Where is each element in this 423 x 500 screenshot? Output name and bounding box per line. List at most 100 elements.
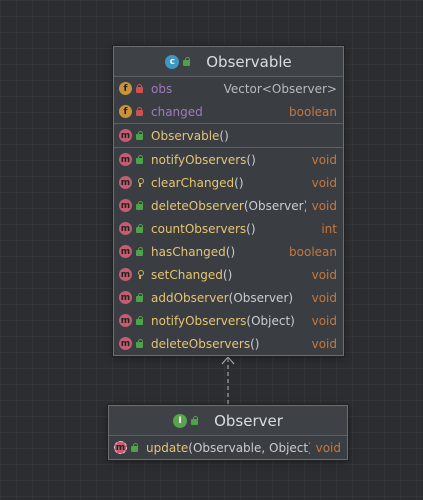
method-name: deleteObservers xyxy=(151,336,251,351)
method-icon: m xyxy=(119,337,132,350)
private-visibility-icon xyxy=(135,107,144,116)
method-row[interactable]: m Observable() xyxy=(114,124,343,147)
method-params: (Object) xyxy=(246,313,295,328)
field-type: boolean xyxy=(289,104,337,119)
field-name: changed xyxy=(151,104,203,119)
public-visibility-icon xyxy=(135,293,144,302)
method-params: () xyxy=(225,244,236,259)
method-signature: countObservers() xyxy=(151,222,315,236)
method-params: () xyxy=(250,336,260,351)
observable-fields-section: f obs Vector<Observer> f changed boolean xyxy=(114,77,343,124)
return-type: void xyxy=(311,290,337,305)
method-signature: notifyObservers(Object) xyxy=(151,314,306,328)
observable-header: c Observable xyxy=(114,47,343,77)
field-icon: f xyxy=(119,82,132,95)
return-type: void xyxy=(311,152,337,167)
return-type: int xyxy=(321,221,337,236)
abstract-method-icon: m xyxy=(114,441,127,454)
method-signature: hasChanged() xyxy=(151,245,283,259)
method-signature: Observable() xyxy=(151,129,337,143)
method-params: () xyxy=(219,128,229,143)
method-name: notifyObservers xyxy=(151,313,247,328)
return-type: void xyxy=(311,313,337,328)
method-params: (Observable, Object) xyxy=(188,440,310,455)
field-type: Vector<Observer> xyxy=(223,81,337,96)
method-signature: addObserver(Observer) xyxy=(151,291,306,305)
public-visibility-icon xyxy=(135,155,144,164)
observer-header: I Observer xyxy=(109,406,347,436)
observer-methods-section: m update(Observable, Object) void xyxy=(109,436,347,459)
return-type: void xyxy=(315,440,341,455)
method-row[interactable]: m clearChanged() void xyxy=(114,171,343,194)
observer-interface-node[interactable]: I Observer m update(Observable, Object) vo… xyxy=(108,405,348,460)
field-name: obs xyxy=(151,81,173,96)
method-params: () xyxy=(246,152,256,167)
return-type: void xyxy=(311,336,337,351)
class-icon: c xyxy=(165,54,180,69)
method-name: hasChanged xyxy=(151,244,226,259)
method-icon: m xyxy=(119,153,132,166)
observer-title: Observer xyxy=(214,411,283,430)
return-type: void xyxy=(311,198,337,213)
method-name: deleteObserver xyxy=(151,198,244,213)
method-icon: m xyxy=(119,314,132,327)
return-type: void xyxy=(311,267,337,282)
method-row[interactable]: m setChanged() void xyxy=(114,263,343,286)
field-row[interactable]: f changed boolean xyxy=(114,100,343,123)
public-visibility-icon xyxy=(190,416,199,425)
method-name: countObservers xyxy=(151,221,247,236)
method-icon: m xyxy=(119,245,132,258)
method-signature: setChanged() xyxy=(151,268,306,282)
field-icon: f xyxy=(119,105,132,118)
method-icon: m xyxy=(119,268,132,281)
public-visibility-icon xyxy=(135,201,144,210)
method-name: addObserver xyxy=(151,290,229,305)
method-signature: update(Observable, Object) xyxy=(146,441,310,455)
public-visibility-icon xyxy=(135,339,144,348)
method-params: () xyxy=(234,175,244,190)
observable-title: Observable xyxy=(206,52,292,71)
method-name: notifyObservers xyxy=(151,152,247,167)
observable-class-node[interactable]: c Observable f obs Vector<Observer> f change… xyxy=(113,46,344,356)
method-row[interactable]: m hasChanged() boolean xyxy=(114,240,343,263)
observable-methods-section: m notifyObservers() void m clearChanged() voi… xyxy=(114,148,343,355)
public-visibility-icon xyxy=(135,247,144,256)
protected-visibility-icon xyxy=(135,270,144,279)
method-signature: clearChanged() xyxy=(151,176,306,190)
method-icon: m xyxy=(119,291,132,304)
interface-icon: I xyxy=(173,413,188,428)
observable-constructors-section: m Observable() xyxy=(114,124,343,148)
field-row[interactable]: f obs Vector<Observer> xyxy=(114,77,343,100)
return-type: boolean xyxy=(289,244,337,259)
method-name: setChanged xyxy=(151,267,223,282)
method-icon: m xyxy=(119,222,132,235)
method-icon: m xyxy=(119,199,132,212)
method-params: () xyxy=(222,267,233,282)
return-type: void xyxy=(311,175,337,190)
public-visibility-icon xyxy=(135,224,144,233)
method-signature: deleteObserver(Observer) xyxy=(151,199,306,213)
method-row[interactable]: m deleteObservers() void xyxy=(114,332,343,355)
method-icon: m xyxy=(119,176,132,189)
method-params: () xyxy=(246,221,256,236)
method-signature: deleteObservers() xyxy=(151,337,306,351)
method-row[interactable]: m addObserver(Observer) void xyxy=(114,286,343,309)
method-name: update xyxy=(146,440,189,455)
method-params: (Observer) xyxy=(243,198,306,213)
method-signature: notifyObservers() xyxy=(151,153,306,167)
method-row[interactable]: m countObservers() int xyxy=(114,217,343,240)
method-row[interactable]: m deleteObserver(Observer) void xyxy=(114,194,343,217)
public-visibility-icon xyxy=(182,57,191,66)
method-name: clearChanged xyxy=(151,175,235,190)
public-visibility-icon xyxy=(135,316,144,325)
method-row[interactable]: m notifyObservers(Object) void xyxy=(114,309,343,332)
public-visibility-icon xyxy=(130,443,139,452)
private-visibility-icon xyxy=(135,84,144,93)
protected-visibility-icon xyxy=(135,178,144,187)
public-visibility-icon xyxy=(135,131,144,140)
method-row[interactable]: m notifyObservers() void xyxy=(114,148,343,171)
method-params: (Observer) xyxy=(228,290,294,305)
method-row[interactable]: m update(Observable, Object) void xyxy=(109,436,347,459)
method-name: Observable xyxy=(151,128,220,143)
method-icon: m xyxy=(119,129,132,142)
